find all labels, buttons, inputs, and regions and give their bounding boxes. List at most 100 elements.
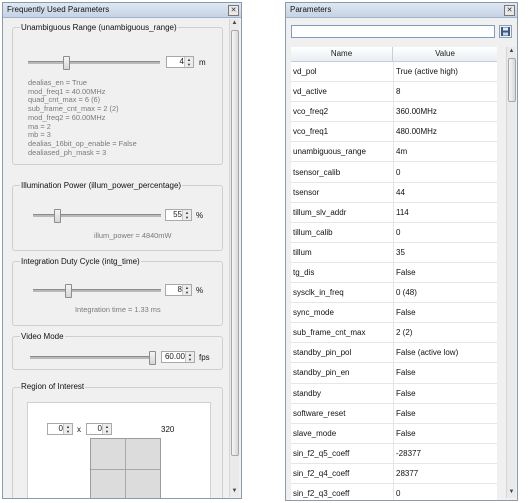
parameter-name-cell[interactable]: software_reset <box>291 403 394 424</box>
parameter-value-cell[interactable]: False <box>393 383 497 404</box>
parameter-name-cell[interactable]: standby_pin_pol <box>291 342 394 364</box>
spin-down-icon[interactable]: ▼ <box>183 290 191 295</box>
parameter-name-cell[interactable]: tsensor <box>291 182 394 203</box>
table-row[interactable]: vd_pol True (active high) <box>291 62 497 83</box>
table-row[interactable]: tillum_slv_addr 114 <box>291 202 497 223</box>
save-icon[interactable] <box>499 25 512 38</box>
table-row[interactable]: sin_f2_q5_coeff -28377 <box>291 443 497 464</box>
parameter-value-cell[interactable]: False (active low) <box>393 342 497 364</box>
table-row[interactable]: standby_pin_pol False (active low) <box>291 342 497 364</box>
parameter-name-cell[interactable]: vd_active <box>291 81 394 103</box>
parameter-value-cell[interactable]: 360.00MHz <box>393 101 497 123</box>
roi-x-spinbox[interactable]: 0 ▲ ▼ <box>47 423 73 435</box>
table-row[interactable]: sin_f2_q4_coeff 28377 <box>291 463 497 484</box>
column-header-name[interactable]: Name <box>291 47 393 61</box>
table-row[interactable]: tillum_calib 0 <box>291 222 497 243</box>
parameter-name-cell[interactable]: sub_frame_cnt_max <box>291 322 394 344</box>
parameter-name-cell[interactable]: standby_pin_en <box>291 362 394 384</box>
integration-duty-cycle-spinbox[interactable]: 8 ▲ ▼ <box>165 284 192 296</box>
parameter-value-cell[interactable]: 114 <box>393 202 497 223</box>
parameter-value-cell[interactable]: 0 <box>393 222 497 243</box>
parameter-name-cell[interactable]: sync_mode <box>291 302 394 324</box>
table-row[interactable]: tsensor_calib 0 <box>291 161 497 183</box>
video-mode-spinbox[interactable]: 60.00 ▲ ▼ <box>161 351 195 363</box>
parameter-value-cell[interactable]: 2 (2) <box>393 322 497 344</box>
video-mode-slider-thumb[interactable] <box>149 351 156 365</box>
table-row[interactable]: sysclk_in_freq 0 (48) <box>291 282 497 304</box>
table-row[interactable]: slave_mode False <box>291 423 497 444</box>
parameter-name-cell[interactable]: slave_mode <box>291 423 394 444</box>
illumination-power-spin-buttons[interactable]: ▲ ▼ <box>182 210 191 220</box>
parameter-value-cell[interactable]: False <box>393 262 497 284</box>
parameter-search-input[interactable] <box>291 25 495 38</box>
parameter-name-cell[interactable]: tillum_slv_addr <box>291 202 394 223</box>
parameter-name-cell[interactable]: sin_f2_q3_coeff <box>291 483 394 500</box>
column-header-value[interactable]: Value <box>393 47 497 61</box>
integration-duty-cycle-spin-buttons[interactable]: ▲ ▼ <box>182 285 191 295</box>
table-row[interactable]: tillum 35 <box>291 242 497 263</box>
unambiguous-range-slider-track[interactable] <box>28 61 160 64</box>
parameter-name-cell[interactable]: standby <box>291 383 394 404</box>
spin-down-icon[interactable]: ▼ <box>185 62 193 67</box>
parameter-name-cell[interactable]: tillum_calib <box>291 222 394 243</box>
parameter-name-cell[interactable]: vco_freq2 <box>291 101 394 123</box>
illumination-power-slider-track[interactable] <box>33 214 161 217</box>
parameter-name-cell[interactable]: unambiguous_range <box>291 141 394 163</box>
parameter-name-cell[interactable]: tsensor_calib <box>291 161 394 183</box>
video-mode-slider-track[interactable] <box>30 356 155 359</box>
spin-down-icon[interactable]: ▼ <box>186 357 194 362</box>
table-row[interactable]: sub_frame_cnt_max 2 (2) <box>291 322 497 344</box>
parameter-name-cell[interactable]: sin_f2_q5_coeff <box>291 443 394 464</box>
table-row[interactable]: standby_pin_en False <box>291 362 497 384</box>
close-icon[interactable]: ✕ <box>504 5 515 16</box>
scroll-down-icon[interactable]: ▼ <box>230 487 239 496</box>
table-row[interactable]: vco_freq2 360.00MHz <box>291 101 497 123</box>
parameter-value-cell[interactable]: False <box>393 403 497 424</box>
spin-down-icon[interactable]: ▼ <box>103 429 111 434</box>
parameter-value-cell[interactable]: 44 <box>393 182 497 203</box>
parameter-name-cell[interactable]: sysclk_in_freq <box>291 282 394 304</box>
roi-x-spin-buttons[interactable]: ▲ ▼ <box>63 424 72 434</box>
table-row[interactable]: standby False <box>291 383 497 404</box>
scroll-up-icon[interactable]: ▲ <box>507 47 516 56</box>
table-row[interactable]: sync_mode False <box>291 302 497 324</box>
table-row[interactable]: vd_active 8 <box>291 81 497 103</box>
roi-y-spin-buttons[interactable]: ▲ ▼ <box>102 424 111 434</box>
illumination-power-slider-thumb[interactable] <box>53 209 61 223</box>
unambiguous-range-slider-thumb[interactable] <box>63 56 71 70</box>
illumination-power-spinbox[interactable]: 55 ▲ ▼ <box>165 209 192 221</box>
parameter-value-cell[interactable]: -28377 <box>393 443 497 464</box>
spin-down-icon[interactable]: ▼ <box>64 429 72 434</box>
right-window-scrollbar[interactable]: ▲ ▼ <box>506 47 516 498</box>
unambiguous-range-spin-buttons[interactable]: ▲ ▼ <box>184 57 193 67</box>
parameter-name-cell[interactable]: sin_f2_q4_coeff <box>291 463 394 484</box>
close-icon[interactable]: ✕ <box>228 5 239 16</box>
parameter-name-cell[interactable]: vd_pol <box>291 62 394 83</box>
table-row[interactable]: sin_f2_q3_coeff 0 <box>291 483 497 500</box>
spin-down-icon[interactable]: ▼ <box>183 215 191 220</box>
parameter-value-cell[interactable]: 0 (48) <box>393 282 497 304</box>
parameter-value-cell[interactable]: 4m <box>393 141 497 163</box>
table-row[interactable]: tg_dis False <box>291 262 497 284</box>
scroll-down-icon[interactable]: ▼ <box>507 488 516 497</box>
scroll-up-icon[interactable]: ▲ <box>230 19 239 28</box>
parameter-value-cell[interactable]: False <box>393 302 497 324</box>
parameter-value-cell[interactable]: 0 <box>393 161 497 183</box>
roi-y-spinbox[interactable]: 0 ▲ ▼ <box>86 423 112 435</box>
parameter-value-cell[interactable]: 35 <box>393 242 497 263</box>
parameter-name-cell[interactable]: tillum <box>291 242 394 263</box>
table-row[interactable]: software_reset False <box>291 403 497 424</box>
parameter-value-cell[interactable]: False <box>393 423 497 444</box>
parameter-name-cell[interactable]: vco_freq1 <box>291 121 394 143</box>
integration-duty-cycle-slider-thumb[interactable] <box>64 284 72 298</box>
roi-rectangle[interactable] <box>90 438 161 498</box>
parameter-value-cell[interactable]: 0 <box>393 483 497 500</box>
left-scrollbar-thumb[interactable] <box>231 30 239 456</box>
left-window-scrollbar[interactable]: ▲ ▼ <box>229 19 239 497</box>
parameter-value-cell[interactable]: 480.00MHz <box>393 121 497 143</box>
parameter-value-cell[interactable]: 28377 <box>393 463 497 484</box>
parameter-value-cell[interactable]: False <box>393 362 497 384</box>
integration-duty-cycle-slider-track[interactable] <box>33 289 161 292</box>
video-mode-spin-buttons[interactable]: ▲ ▼ <box>185 352 194 362</box>
table-row[interactable]: vco_freq1 480.00MHz <box>291 121 497 143</box>
